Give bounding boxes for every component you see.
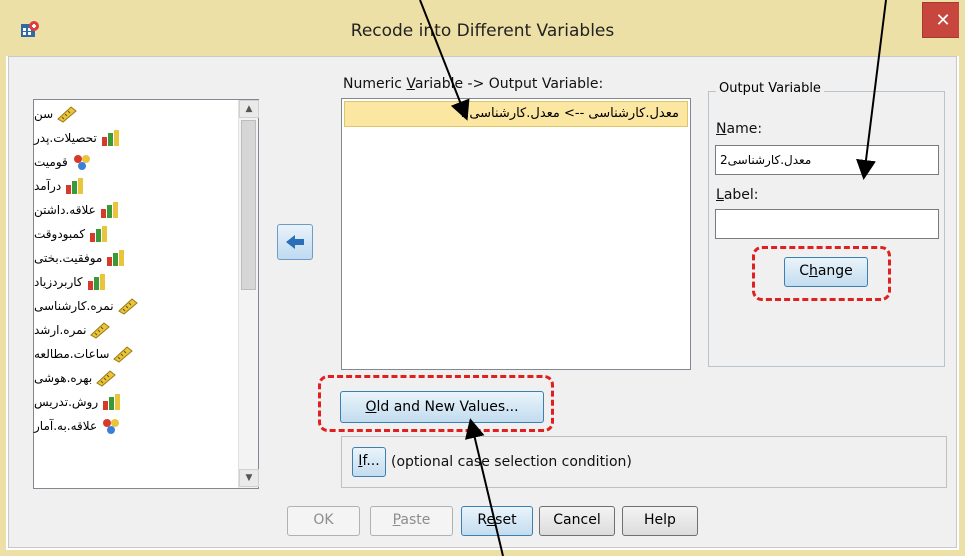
arrow-to-old-new-values [464, 418, 504, 556]
arrow-to-name-field [856, 0, 887, 180]
arrow-to-mapping [419, 0, 470, 121]
annotation-arrows [419, 0, 887, 556]
